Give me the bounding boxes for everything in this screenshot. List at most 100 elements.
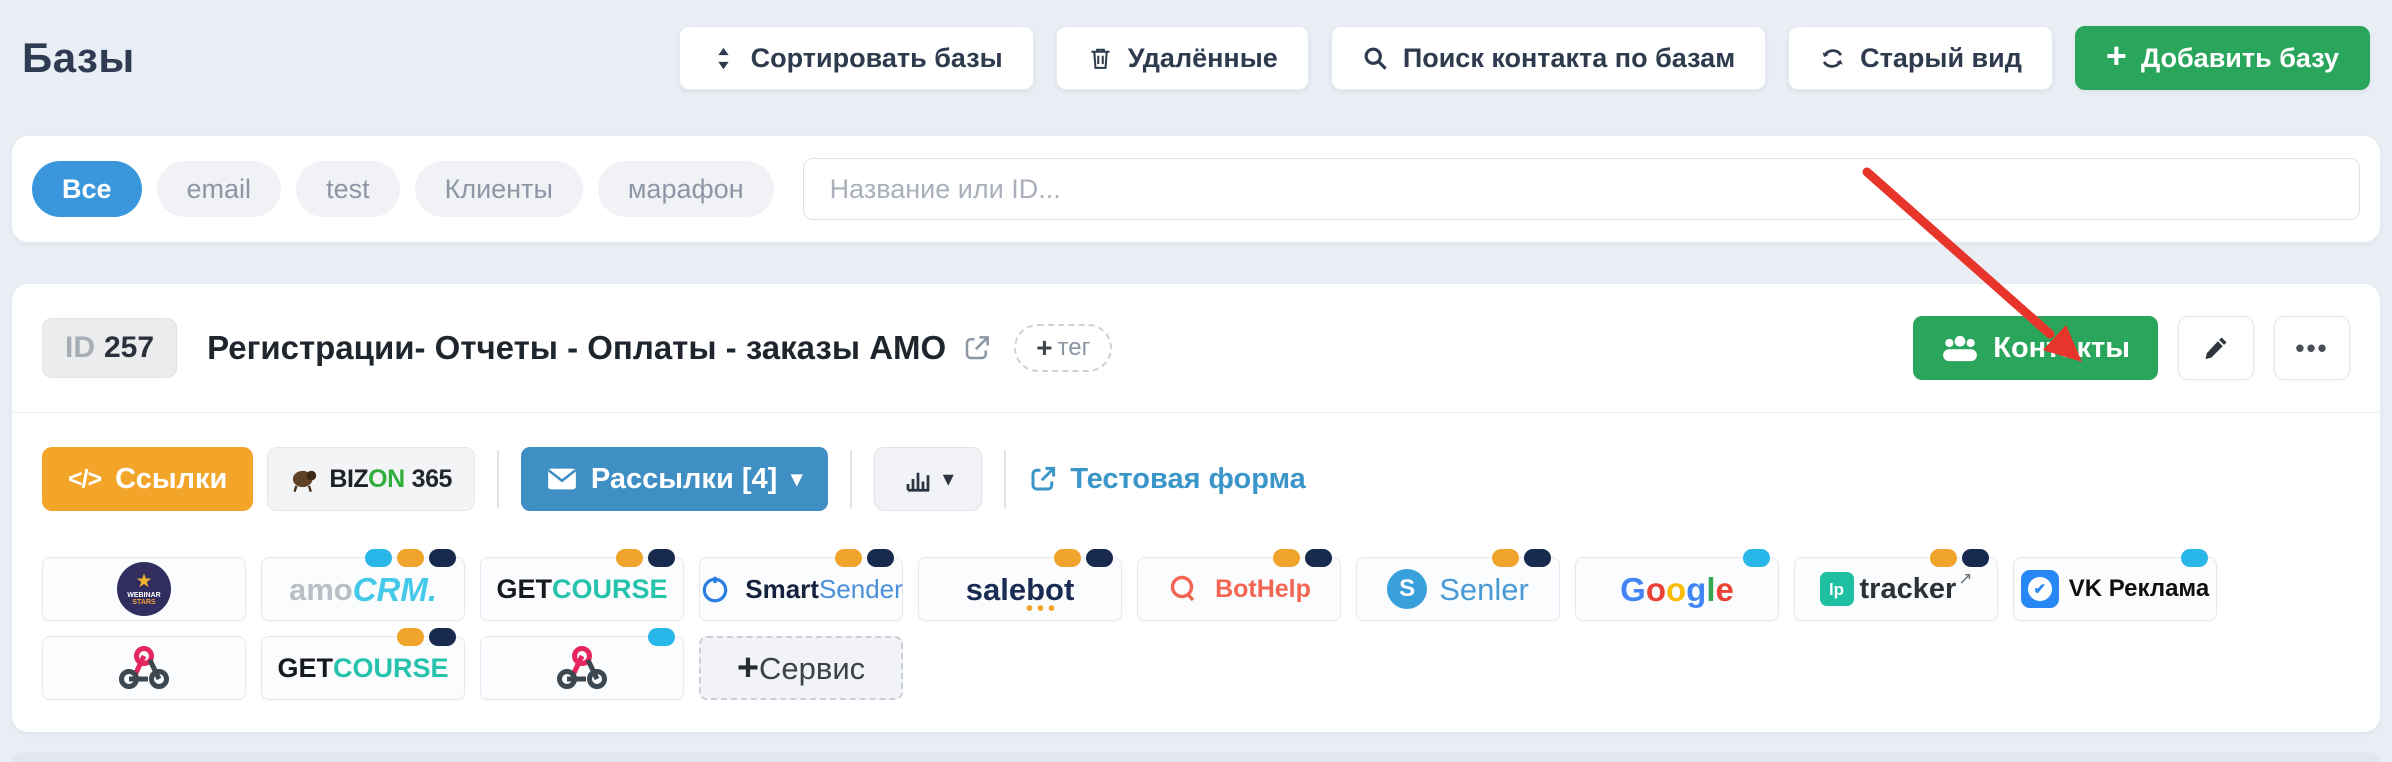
statistics-dropdown-button[interactable]: ▾ <box>874 447 982 511</box>
integration-tile-salebot[interactable]: salebot••• <box>918 557 1122 621</box>
trash-icon <box>1087 45 1114 72</box>
status-dot-cyan <box>2181 549 2208 567</box>
integration-tile-smartsender[interactable]: SmartSender <box>699 557 903 621</box>
users-icon <box>1941 333 1979 363</box>
database-card: ID257 Регистрации- Отчеты - Оплаты - зак… <box>12 284 2380 732</box>
deleted-databases-button[interactable]: Удалённые <box>1056 26 1309 90</box>
database-search-input[interactable] <box>803 158 2360 220</box>
test-form-link[interactable]: Тестовая форма <box>1028 463 1305 496</box>
id-prefix: ID <box>65 331 95 364</box>
edit-database-button[interactable] <box>2178 316 2254 380</box>
logo-text: GET <box>496 576 552 603</box>
mailings-dropdown-button[interactable]: Рассылки [4] ▾ <box>521 447 828 511</box>
ellipsis-icon: ••• <box>2295 335 2328 361</box>
filter-pill-все[interactable]: Все <box>32 161 142 217</box>
database-actions-row: </> Ссылки BIZON365 Рассылки [4] ▾ <box>42 447 2350 511</box>
logo-text: e <box>1716 573 1734 606</box>
vertical-divider <box>850 450 852 508</box>
integration-tile-add-service[interactable]: +Сервис <box>699 636 903 700</box>
integration-tile-senler[interactable]: SSenler <box>1356 557 1560 621</box>
status-dots <box>365 549 456 567</box>
integration-tile-webinar-stars[interactable]: ★WEBINARSTARS <box>42 557 246 621</box>
status-dot-orange <box>1273 549 1300 567</box>
add-tag-button[interactable]: + тег <box>1014 324 1112 372</box>
logo-text: VK Реклама <box>2069 577 2209 601</box>
filter-pill-марафон[interactable]: марафон <box>598 161 774 217</box>
integration-tile-vk-reklama[interactable]: ✔ VK Реклама <box>2013 557 2217 621</box>
add-database-button[interactable]: +Добавить базу <box>2075 26 2370 90</box>
logo-text: COURSE <box>552 576 668 603</box>
status-dot-navy <box>429 628 456 646</box>
old-view-button[interactable]: Старый вид <box>1788 26 2053 90</box>
id-value: 257 <box>104 331 154 364</box>
integration-tile-lptracker[interactable]: lptracker↗ <box>1794 557 1998 621</box>
logo-text: CRM. <box>353 573 437 606</box>
bizon365-button[interactable]: BIZON365 <box>267 447 475 511</box>
databases-page: { "header": { "title": "Базы" }, "toolba… <box>0 0 2392 762</box>
old-view-label: Старый вид <box>1860 43 2022 74</box>
status-dot-navy <box>648 549 675 567</box>
bizon-segment: ON <box>368 465 405 494</box>
integration-tile-amocrm[interactable]: amoCRM. <box>261 557 465 621</box>
logo-text: GET <box>277 655 333 682</box>
filter-panel: Все emailtest Клиенты марафон <box>12 136 2380 242</box>
status-dots <box>1743 549 1770 567</box>
deleted-databases-label: Удалённые <box>1128 43 1278 74</box>
filter-pill-клиенты[interactable]: Клиенты <box>415 161 583 217</box>
filter-pill-test[interactable]: test <box>296 161 400 217</box>
status-dots <box>648 628 675 646</box>
logo-text: Sender <box>819 576 903 602</box>
test-form-label: Тестовая форма <box>1070 463 1305 496</box>
chevron-down-icon: ▾ <box>943 468 954 490</box>
add-service-logo: +Сервис <box>737 649 865 687</box>
rocket-doodle-icon: ↗ <box>1958 570 1972 587</box>
bizon-icon <box>290 464 320 494</box>
links-button[interactable]: </> Ссылки <box>42 447 253 511</box>
status-dot-cyan <box>365 549 392 567</box>
integration-tile-google[interactable]: Google <box>1575 557 1779 621</box>
status-dot-orange <box>397 549 424 567</box>
contacts-label: Контакты <box>1993 332 2130 365</box>
filter-pill-email[interactable]: email <box>157 161 282 217</box>
sort-databases-button[interactable]: Сортировать базы <box>679 26 1034 90</box>
status-dot-orange <box>397 628 424 646</box>
contacts-button[interactable]: Контакты <box>1913 316 2158 380</box>
more-options-button[interactable]: ••• <box>2274 316 2350 380</box>
status-dots <box>1273 549 1332 567</box>
logo-text: g <box>1686 573 1706 606</box>
logo-text: BotHelp <box>1215 577 1311 602</box>
logo-text: G <box>1620 573 1646 606</box>
webhook-icon <box>557 645 607 691</box>
bizon-segment: BIZ <box>329 465 368 494</box>
pencil-icon <box>2202 334 2230 362</box>
chevron-down-icon: ▾ <box>791 468 802 490</box>
status-dot-orange <box>835 549 862 567</box>
vk-icon: ✔ <box>2021 570 2059 608</box>
vk-reklama-logo: ✔ VK Реклама <box>2021 570 2209 608</box>
status-dots <box>397 628 456 646</box>
open-database-external-link-icon[interactable] <box>962 333 992 363</box>
status-dot-orange <box>616 549 643 567</box>
contact-search-button[interactable]: Поиск контакта по базам <box>1331 26 1766 90</box>
integration-tile-webhook-2[interactable] <box>480 636 684 700</box>
logo-text: Сервис <box>759 653 865 684</box>
status-dot-navy <box>1524 549 1551 567</box>
toolbar: Сортировать базы Удалённые Поиск контакта … <box>679 26 2370 90</box>
mailings-label: Рассылки [4] <box>591 463 777 496</box>
status-dots <box>1930 549 1989 567</box>
database-id-badge: ID 257 <box>42 318 177 378</box>
integration-tile-bothelp[interactable]: BotHelp <box>1137 557 1341 621</box>
bizon-segment: 365 <box>412 465 452 494</box>
webhook-icon <box>119 645 169 691</box>
logo-text: COURSE <box>333 655 449 682</box>
plus-icon: + <box>1036 334 1052 362</box>
vertical-divider <box>1004 450 1006 508</box>
integration-tile-webhook-1[interactable] <box>42 636 246 700</box>
status-dots <box>835 549 894 567</box>
status-dot-orange <box>1492 549 1519 567</box>
status-dot-navy <box>1305 549 1332 567</box>
integration-tile-getcourse-2[interactable]: GETCOURSE <box>261 636 465 700</box>
status-dot-navy <box>1086 549 1113 567</box>
page-header: Базы Сортировать базыУдалённыеПоиск конт… <box>0 0 2392 90</box>
integration-tile-getcourse[interactable]: GETCOURSE <box>480 557 684 621</box>
